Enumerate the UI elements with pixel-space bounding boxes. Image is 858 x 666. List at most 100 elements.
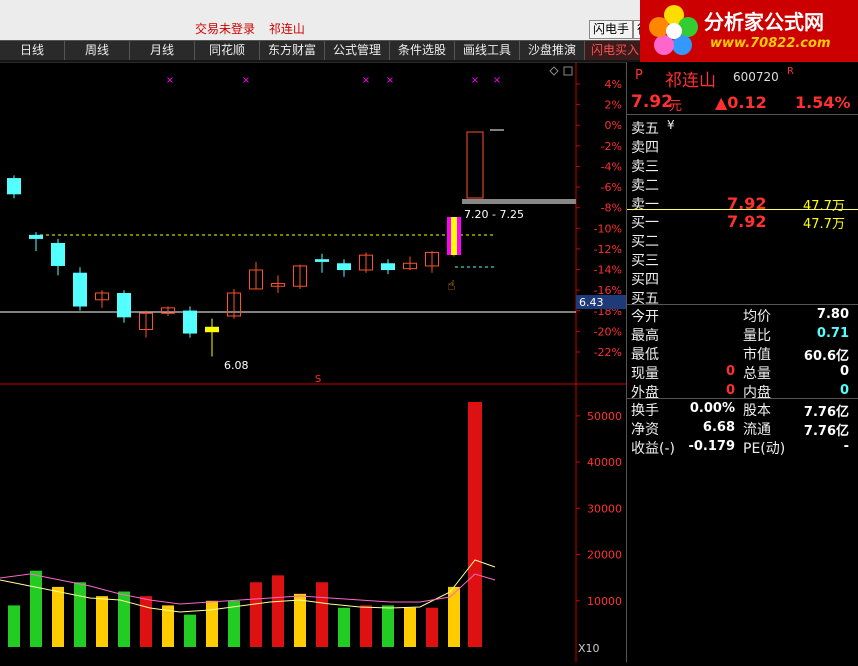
fin-label-right: PE(动)	[743, 441, 786, 457]
fin-value-left: -0.179	[688, 439, 735, 454]
volume-bar	[316, 582, 328, 647]
scale-label: X10	[578, 642, 600, 655]
pct-tick-label: -14%	[594, 264, 622, 277]
candle-body	[51, 242, 65, 266]
x-marker: ×	[362, 75, 370, 86]
stat-value-right: 7.80	[816, 307, 849, 322]
fin-value-right: -	[843, 439, 849, 454]
stat-label-right: 总量	[743, 366, 771, 382]
bid-row: 买四	[627, 269, 858, 288]
vol-tick-label: 50000	[587, 410, 622, 423]
range-label: 7.20 - 7.25	[464, 208, 524, 221]
bid-label: 买五	[631, 291, 659, 307]
pct-tick-label: 0%	[605, 119, 622, 132]
candle-body	[205, 326, 219, 333]
stat-label-right: 量比	[743, 328, 771, 344]
stock-status: 祁连山	[268, 22, 305, 36]
s-marker: S	[315, 374, 321, 385]
nav-tab-6[interactable]: 条件选股	[390, 41, 455, 60]
pct-tick-label: -8%	[601, 202, 622, 215]
vol-tick-label: 20000	[587, 549, 622, 562]
kline-chart[interactable]: 4% 2% 0% -2% -4% -6% -8% -10% -12% -14% -16% -18% -2…	[0, 61, 626, 662]
stat-label-right: 均价	[743, 309, 771, 325]
pct-tick-label: -2%	[601, 140, 622, 153]
divider-fin	[627, 398, 858, 399]
status-bar: 交易未登录 祁连山	[195, 20, 315, 37]
fin-value-right: 7.76亿	[803, 405, 849, 420]
stat-value-left: 0	[725, 364, 735, 379]
fin-value-right: 7.76亿	[803, 424, 849, 439]
volume-bar	[382, 605, 394, 647]
ask-row: 卖二	[627, 175, 858, 194]
flash-trade-button[interactable]: 闪电手	[589, 20, 634, 39]
quote-panel: P 祁连山 600720 R 7.92 元 ▲0.12 1.54% 卖五 ¥ 卖四卖…	[626, 62, 858, 462]
stat-label-left: 现量	[631, 366, 659, 382]
fin-label-left: 收益(-)	[631, 441, 675, 457]
candle-body	[29, 234, 43, 239]
bid-label: 买三	[631, 253, 659, 269]
nav-tab-2[interactable]: 月线	[130, 41, 195, 60]
candle-body	[7, 178, 21, 195]
nav-tab-5[interactable]: 公式管理	[325, 41, 390, 60]
volume-bar	[184, 614, 196, 647]
ask-row: 卖三	[627, 156, 858, 175]
price-change-pct: 1.54%	[795, 93, 851, 112]
volume-bar	[206, 600, 218, 647]
volume-bar	[8, 605, 20, 647]
volume-bar	[162, 605, 174, 647]
x-marker: ×	[386, 75, 394, 86]
ask-label: 卖五	[631, 121, 659, 137]
stat-value-right: 60.6亿	[803, 349, 849, 364]
volume-bar	[338, 607, 350, 647]
price-unit: 元	[669, 99, 683, 114]
bid-row: 买二	[627, 231, 858, 250]
vol-tick-label: 30000	[587, 502, 622, 515]
divider-stats	[627, 304, 858, 305]
volume-bar	[272, 575, 284, 647]
volume-bar	[30, 570, 42, 647]
nav-bar: 日线 周线 月线 同花顺 东方财富 公式管理 条件选股 画线工具 沙盘推演 闪电买入	[0, 40, 646, 62]
ask-label: 卖四	[631, 140, 659, 156]
nav-tab-4[interactable]: 东方财富	[260, 41, 325, 60]
fin-label-left: 净资	[631, 422, 659, 438]
stat-label-left: 外盘	[631, 385, 659, 401]
nav-tab-0[interactable]: 日线	[0, 41, 65, 60]
bid-volume: 47.7万	[803, 217, 845, 232]
ask-label: 卖一	[631, 197, 659, 213]
stat-value-right: 0	[839, 383, 849, 398]
stat-label-left: 最低	[631, 347, 659, 363]
stat-row: 今开 均价 7.80	[627, 306, 858, 325]
code-prefix: P	[635, 68, 643, 83]
candle-body	[381, 263, 395, 271]
corner-square-icon	[563, 66, 573, 76]
logo-url: www.70822.com	[710, 36, 831, 51]
nav-tab-3[interactable]: 同花顺	[195, 41, 260, 60]
stat-value-right: 0	[839, 364, 849, 379]
candle-body	[337, 263, 351, 271]
nav-tab-8[interactable]: 沙盘推演	[520, 41, 585, 60]
volume-bar	[294, 593, 306, 647]
x-marker: ×	[166, 75, 174, 86]
fin-value-left: 6.68	[702, 420, 735, 435]
stock-name: 祁连山	[665, 71, 716, 91]
candle-body-highlight-inner	[451, 217, 457, 255]
current-price: 7.92	[631, 92, 673, 112]
chart-canvas[interactable]: 4%2%0%-2%-4%-6%-8%-10%-12%-14%-16%-18%-2…	[0, 61, 626, 662]
volume-bar	[360, 605, 372, 647]
nav-tab-1[interactable]: 周线	[65, 41, 130, 60]
vol-tick-label: 10000	[587, 595, 622, 608]
ask-price: 7.92	[727, 194, 767, 213]
candle-body	[73, 272, 87, 307]
code-suffix: R	[787, 66, 794, 77]
hand-cursor-icon: ☝	[447, 278, 456, 294]
stock-code: 600720	[733, 70, 779, 84]
x-marker: ×	[493, 75, 501, 86]
pct-tick-label: -4%	[601, 160, 622, 173]
fin-label-right: 流通	[743, 422, 771, 438]
ask-row: 卖五 ¥	[627, 118, 858, 137]
nav-tab-7[interactable]: 画线工具	[455, 41, 520, 60]
pct-tick-label: -10%	[594, 222, 622, 235]
pct-tick-label: -22%	[594, 346, 622, 359]
bid-label: 买一	[631, 215, 659, 231]
nav-tab-9[interactable]: 闪电买入	[585, 41, 646, 60]
